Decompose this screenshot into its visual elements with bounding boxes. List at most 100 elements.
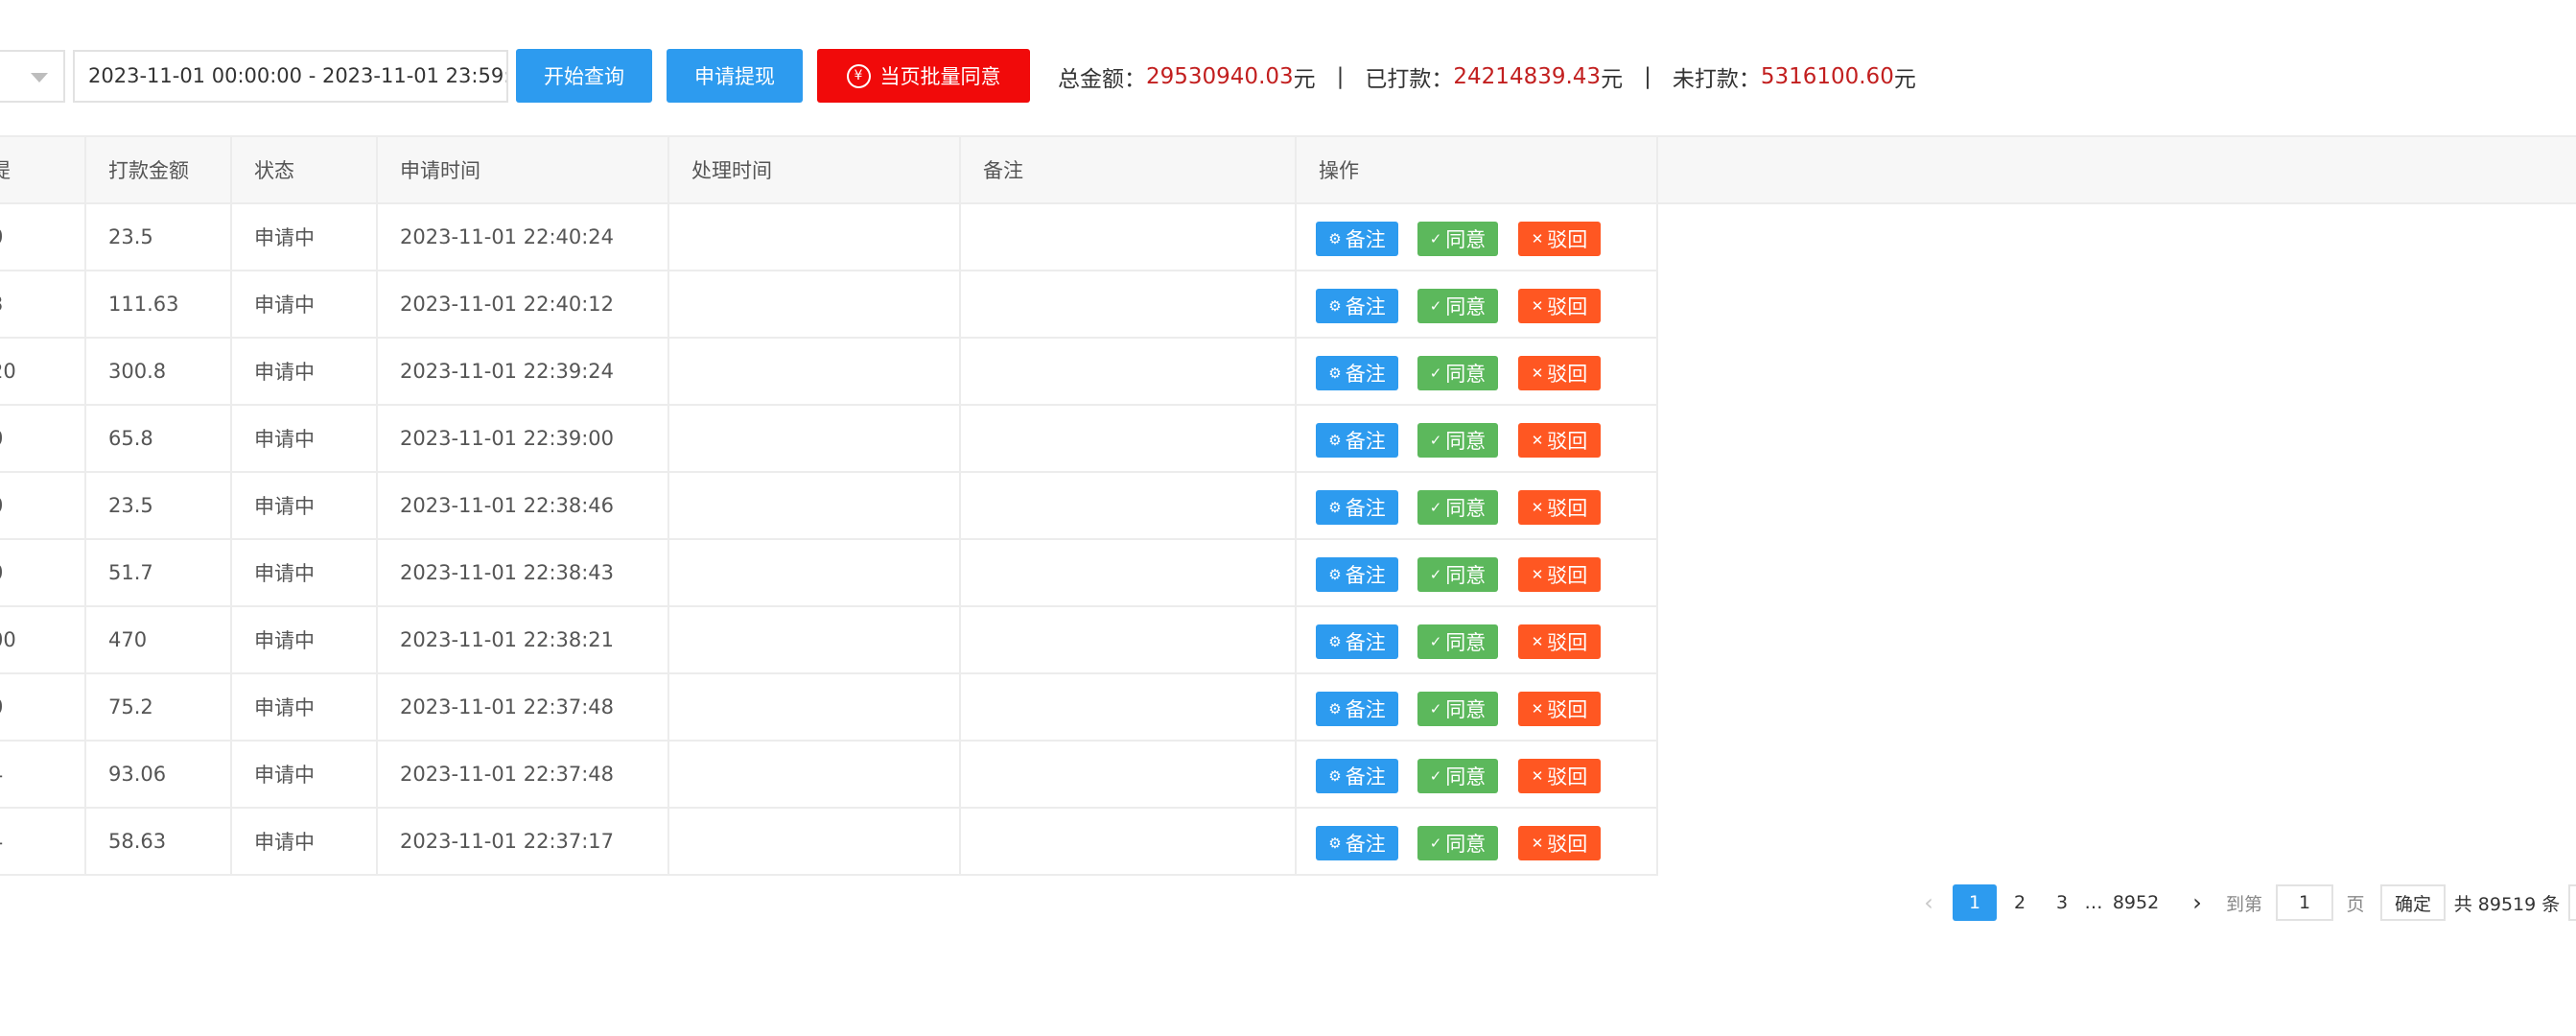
- cell-actions: ⚙ 备注 ✓ 同意 ✕ 驳回: [1297, 607, 1658, 672]
- cell-status: 申请中: [232, 742, 378, 807]
- cell-amount: 93.06: [86, 742, 232, 807]
- note-button-label: 备注: [1345, 631, 1386, 654]
- note-button[interactable]: ⚙ 备注: [1316, 759, 1398, 793]
- reject-button[interactable]: ✕ 驳回: [1518, 423, 1601, 458]
- cell-status: 申请中: [232, 271, 378, 337]
- agree-button[interactable]: ✓ 同意: [1417, 222, 1498, 256]
- note-button[interactable]: ⚙ 备注: [1316, 557, 1398, 592]
- column-header-amount: 打款金额: [86, 137, 232, 202]
- query-button[interactable]: 开始查询: [516, 49, 652, 103]
- table-row: 023.5申请中2023-11-01 22:40:24 ⚙备注 ✓同意 ✕驳回: [0, 204, 1658, 271]
- reject-button[interactable]: ✕ 驳回: [1518, 759, 1601, 793]
- agree-button[interactable]: ✓ 同意: [1417, 490, 1498, 525]
- reject-button[interactable]: ✕ 驳回: [1518, 356, 1601, 390]
- filter-select[interactable]: [0, 50, 65, 103]
- page-size-select[interactable]: [2568, 884, 2576, 921]
- reject-button[interactable]: ✕ 驳回: [1518, 624, 1601, 659]
- note-button[interactable]: ⚙ 备注: [1316, 692, 1398, 726]
- cell-amount: 23.5: [86, 473, 232, 538]
- reject-button-label: 驳回: [1547, 833, 1588, 856]
- close-icon: ✕: [1531, 499, 1544, 516]
- reject-button[interactable]: ✕ 驳回: [1518, 222, 1601, 256]
- reject-button[interactable]: ✕ 驳回: [1518, 826, 1601, 860]
- page-button-3[interactable]: 3: [2047, 884, 2077, 921]
- close-icon: ✕: [1531, 566, 1544, 583]
- cell-process-time: [669, 473, 961, 538]
- agree-button[interactable]: ✓ 同意: [1417, 759, 1498, 793]
- page-button-2[interactable]: 2: [2004, 884, 2035, 921]
- agree-button[interactable]: ✓ 同意: [1417, 826, 1498, 860]
- cell-col0: 20: [0, 339, 86, 404]
- goto-confirm-button[interactable]: 确定: [2380, 884, 2446, 921]
- batch-agree-button[interactable]: ¥ 当页批量同意: [817, 49, 1030, 103]
- cell-status: 申请中: [232, 607, 378, 672]
- total-amount-label: 总金额：: [1058, 67, 1146, 92]
- goto-page-input[interactable]: [2276, 884, 2333, 921]
- prev-page-icon[interactable]: ‹: [1914, 884, 1943, 921]
- cell-status: 申请中: [232, 204, 378, 270]
- check-icon: ✓: [1429, 230, 1442, 247]
- date-range-input[interactable]: 2023-11-01 00:00:00 - 2023-11-01 23:59:5…: [73, 50, 508, 103]
- note-button[interactable]: ⚙ 备注: [1316, 624, 1398, 659]
- column-header: 提: [0, 137, 86, 202]
- agree-button[interactable]: ✓ 同意: [1417, 289, 1498, 323]
- reject-button[interactable]: ✕ 驳回: [1518, 557, 1601, 592]
- cell-process-time: [669, 674, 961, 740]
- column-header-status: 状态: [232, 137, 378, 202]
- gear-icon: ⚙: [1328, 432, 1342, 449]
- reject-button-label: 驳回: [1547, 497, 1588, 520]
- agree-button[interactable]: ✓ 同意: [1417, 423, 1498, 458]
- close-icon: ✕: [1531, 700, 1544, 718]
- cell-remark: [961, 339, 1297, 404]
- agree-button[interactable]: ✓ 同意: [1417, 624, 1498, 659]
- check-icon: ✓: [1429, 835, 1442, 852]
- reject-button[interactable]: ✕ 驳回: [1518, 490, 1601, 525]
- cell-status: 申请中: [232, 473, 378, 538]
- close-icon: ✕: [1531, 835, 1544, 852]
- cell-apply-time: 2023-11-01 22:37:48: [378, 674, 669, 740]
- reject-button-label: 驳回: [1547, 363, 1588, 386]
- agree-button-label: 同意: [1445, 363, 1487, 386]
- reject-button[interactable]: ✕ 驳回: [1518, 692, 1601, 726]
- cell-apply-time: 2023-11-01 22:40:12: [378, 271, 669, 337]
- batch-agree-label: 当页批量同意: [879, 65, 1001, 88]
- note-button[interactable]: ⚙ 备注: [1316, 826, 1398, 860]
- page-button-last[interactable]: 8952: [2110, 884, 2162, 921]
- note-button[interactable]: ⚙ 备注: [1316, 356, 1398, 390]
- note-button[interactable]: ⚙ 备注: [1316, 222, 1398, 256]
- agree-button[interactable]: ✓ 同意: [1417, 557, 1498, 592]
- agree-button[interactable]: ✓ 同意: [1417, 692, 1498, 726]
- totals-summary: 总金额： 29530940.03 元 | 已打款： 24214839.43 元 …: [1058, 60, 1916, 93]
- table-row: 075.2申请中2023-11-01 22:37:48 ⚙备注 ✓同意 ✕驳回: [0, 674, 1658, 742]
- note-button-label: 备注: [1345, 363, 1386, 386]
- note-button[interactable]: ⚙ 备注: [1316, 490, 1398, 525]
- reject-button[interactable]: ✕ 驳回: [1518, 289, 1601, 323]
- agree-button-label: 同意: [1445, 698, 1487, 721]
- reject-button-label: 驳回: [1547, 765, 1588, 789]
- reject-button-label: 驳回: [1547, 228, 1588, 251]
- cell-remark: [961, 204, 1297, 270]
- check-icon: ✓: [1429, 297, 1442, 315]
- note-button-label: 备注: [1345, 833, 1386, 856]
- cell-process-time: [669, 339, 961, 404]
- reject-button-label: 驳回: [1547, 430, 1588, 453]
- check-icon: ✓: [1429, 633, 1442, 650]
- cell-apply-time: 2023-11-01 22:38:46: [378, 473, 669, 538]
- cell-remark: [961, 742, 1297, 807]
- reject-button-label: 驳回: [1547, 295, 1588, 318]
- note-button[interactable]: ⚙ 备注: [1316, 423, 1398, 458]
- cell-process-time: [669, 742, 961, 807]
- cell-amount: 65.8: [86, 406, 232, 471]
- cell-process-time: [669, 406, 961, 471]
- column-header-apply-time: 申请时间: [378, 137, 669, 202]
- cell-apply-time: 2023-11-01 22:38:43: [378, 540, 669, 605]
- page-button-1[interactable]: 1: [1953, 884, 1997, 921]
- note-button[interactable]: ⚙ 备注: [1316, 289, 1398, 323]
- apply-withdraw-button[interactable]: 申请提现: [667, 49, 803, 103]
- cell-status: 申请中: [232, 339, 378, 404]
- agree-button[interactable]: ✓ 同意: [1417, 356, 1498, 390]
- note-button-label: 备注: [1345, 765, 1386, 789]
- cell-remark: [961, 607, 1297, 672]
- next-page-icon[interactable]: ›: [2183, 884, 2212, 921]
- page-unit-label: 页: [2346, 893, 2365, 915]
